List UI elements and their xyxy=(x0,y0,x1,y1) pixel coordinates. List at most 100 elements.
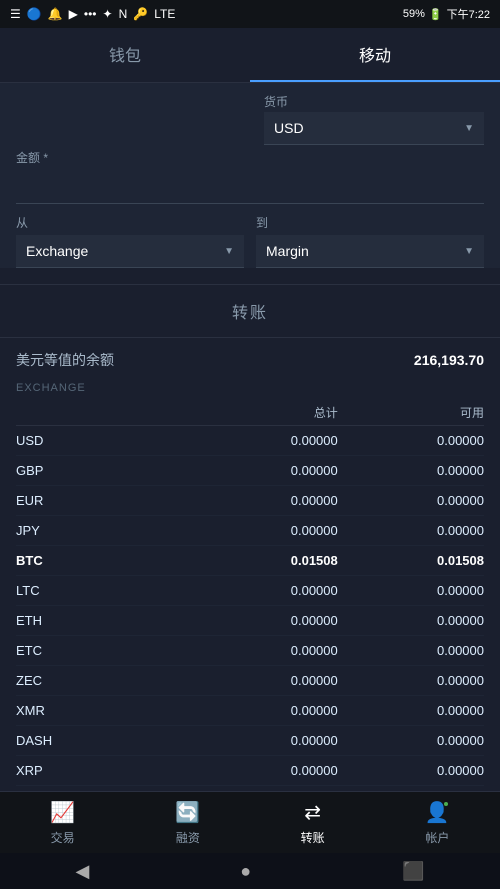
cell-available: 0.00000 xyxy=(338,583,484,598)
nav-item-account[interactable]: 👤 帐户 xyxy=(425,800,450,846)
cell-currency-name: USD xyxy=(16,433,192,448)
balance-label: 美元等值的余额 xyxy=(16,350,114,370)
cell-available: 0.00000 xyxy=(338,493,484,508)
table-row: USD 0.00000 0.00000 xyxy=(16,426,484,456)
balance-section: 美元等值的余额 216,193.70 xyxy=(0,337,500,376)
transfer-btn-row: 转账 xyxy=(0,284,500,337)
cell-total: 0.00000 xyxy=(192,493,338,508)
cell-total: 0.00000 xyxy=(192,643,338,658)
bluetooth-icon: ✦ xyxy=(103,7,113,21)
account-icon-wrap: 👤 xyxy=(425,800,450,825)
cell-total: 0.00000 xyxy=(192,673,338,688)
table-row: XRP 0.00000 0.00000 xyxy=(16,756,484,786)
nav-label-trades: 交易 xyxy=(51,829,75,846)
cell-total: 0.00000 xyxy=(192,613,338,628)
nav-item-finance[interactable]: 🔄 融资 xyxy=(175,800,200,846)
cell-available: 0.00000 xyxy=(338,463,484,478)
table-row: BTC 0.01508 0.01508 xyxy=(16,546,484,576)
cell-total: 0.00000 xyxy=(192,763,338,778)
trades-icon: 📈 xyxy=(50,800,75,825)
tab-wallet[interactable]: 钱包 xyxy=(0,28,250,82)
form-area: 货币 USD ▼ 金额 * 从 Exchange ▼ 到 Margin ▼ xyxy=(0,83,500,268)
table-row: ZEC 0.00000 0.00000 xyxy=(16,666,484,696)
currency-dropdown[interactable]: USD ▼ xyxy=(264,112,484,145)
amount-input[interactable] xyxy=(16,170,484,204)
account-dot xyxy=(444,802,448,806)
from-label: 从 xyxy=(16,214,244,231)
col-header-available: 可用 xyxy=(338,404,484,421)
cell-currency-name: ETH xyxy=(16,613,192,628)
to-dropdown[interactable]: Margin ▼ xyxy=(256,235,484,268)
nfc-icon: N xyxy=(119,7,128,21)
cell-currency-name: ZEC xyxy=(16,673,192,688)
cell-available: 0.00000 xyxy=(338,433,484,448)
balance-value: 216,193.70 xyxy=(414,352,484,368)
tab-transfer[interactable]: 移动 xyxy=(250,28,500,82)
cell-available: 0.00000 xyxy=(338,613,484,628)
from-dropdown[interactable]: Exchange ▼ xyxy=(16,235,244,268)
nav-label-finance: 融资 xyxy=(176,829,200,846)
currency-value: USD xyxy=(274,120,304,136)
table-row: JPY 0.00000 0.00000 xyxy=(16,516,484,546)
recents-button[interactable]: ⬛ xyxy=(402,861,424,882)
currency-col: 货币 USD ▼ xyxy=(264,93,484,145)
cell-available: 0.00000 xyxy=(338,763,484,778)
status-bar: ☰ 🔵 🔔 ▶ ••• ✦ N 🔑 LTE 59% 🔋 下午7:22 xyxy=(0,0,500,28)
top-tabs: 钱包 移动 xyxy=(0,28,500,83)
app-icon: 🔵 xyxy=(27,7,42,21)
table-row: DASH 0.00000 0.00000 xyxy=(16,726,484,756)
back-button[interactable]: ◀ xyxy=(75,861,89,882)
battery-icon: 🔋 xyxy=(429,8,443,21)
cell-available: 0.00000 xyxy=(338,733,484,748)
transfer-icon: ⇄ xyxy=(304,800,321,825)
currency-chevron-icon: ▼ xyxy=(464,123,474,134)
cell-available: 0.00000 xyxy=(338,523,484,538)
amount-label: 金额 * xyxy=(16,149,484,166)
table-row: ETC 0.00000 0.00000 xyxy=(16,636,484,666)
exchange-table: EXCHANGE 总计 可用 USD 0.00000 0.00000 GBP 0… xyxy=(0,376,500,786)
transfer-button[interactable]: 转账 xyxy=(232,299,268,323)
from-to-row: 从 Exchange ▼ 到 Margin ▼ xyxy=(16,214,484,268)
cell-available: 0.00000 xyxy=(338,673,484,688)
exchange-section-label: EXCHANGE xyxy=(16,376,484,396)
table-row: XMR 0.00000 0.00000 xyxy=(16,696,484,726)
cell-currency-name: ETC xyxy=(16,643,192,658)
to-col: 到 Margin ▼ xyxy=(256,214,484,268)
cell-currency-name: GBP xyxy=(16,463,192,478)
cell-available: 0.00000 xyxy=(338,643,484,658)
nav-item-transfer[interactable]: ⇄ 转账 xyxy=(301,800,325,846)
to-value: Margin xyxy=(266,243,309,259)
cell-currency-name: BTC xyxy=(16,553,192,568)
nav-item-trades[interactable]: 📈 交易 xyxy=(50,800,75,846)
cell-total: 0.00000 xyxy=(192,733,338,748)
status-left-icons: ☰ 🔵 🔔 ▶ ••• ✦ N 🔑 LTE xyxy=(10,7,175,21)
cell-total: 0.01508 xyxy=(192,553,338,568)
col-header-name xyxy=(16,404,192,421)
cell-currency-name: DASH xyxy=(16,733,192,748)
to-label: 到 xyxy=(256,214,484,231)
status-right-info: 59% 🔋 下午7:22 xyxy=(403,6,490,22)
currency-label: 货币 xyxy=(264,93,484,110)
table-body: USD 0.00000 0.00000 GBP 0.00000 0.00000 … xyxy=(16,426,484,786)
cell-currency-name: XRP xyxy=(16,763,192,778)
table-row: LTC 0.00000 0.00000 xyxy=(16,576,484,606)
cell-available: 0.00000 xyxy=(338,703,484,718)
table-row: ETH 0.00000 0.00000 xyxy=(16,606,484,636)
more-icon: ••• xyxy=(84,7,97,21)
from-value: Exchange xyxy=(26,243,88,259)
cell-total: 0.00000 xyxy=(192,703,338,718)
to-chevron-icon: ▼ xyxy=(464,246,474,257)
menu-icon: ☰ xyxy=(10,7,21,21)
nav-label-account: 帐户 xyxy=(425,829,449,846)
cell-total: 0.00000 xyxy=(192,523,338,538)
home-button[interactable]: ● xyxy=(240,861,251,882)
key-icon: 🔑 xyxy=(133,7,148,21)
notification-icon: 🔔 xyxy=(48,7,63,21)
cell-currency-name: JPY xyxy=(16,523,192,538)
cell-total: 0.00000 xyxy=(192,433,338,448)
table-row: EUR 0.00000 0.00000 xyxy=(16,486,484,516)
bottom-nav: 📈 交易 🔄 融资 ⇄ 转账 👤 帐户 xyxy=(0,791,500,853)
table-row: GBP 0.00000 0.00000 xyxy=(16,456,484,486)
signal-icon: LTE xyxy=(154,7,175,21)
battery-percent: 59% xyxy=(403,8,425,20)
